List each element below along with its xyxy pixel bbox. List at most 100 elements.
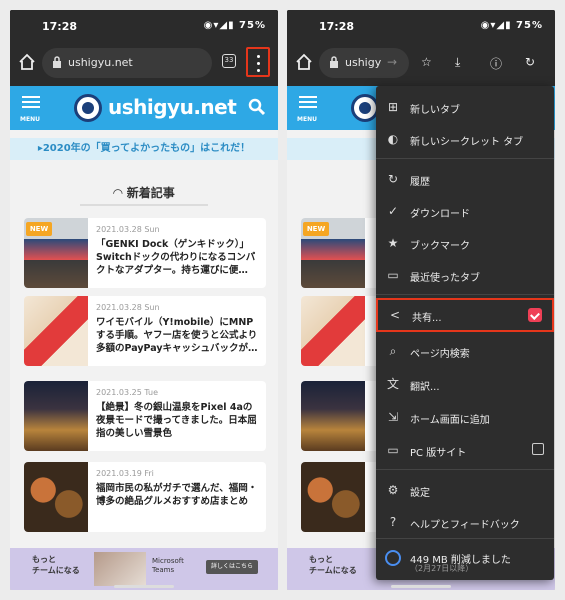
history-icon: ↻ bbox=[387, 172, 399, 186]
hamburger-menu-icon[interactable] bbox=[299, 96, 317, 111]
article-title: 福岡市民の私がガチで選んだ、福岡・博多の絶品グルメおすすめ店まとめ bbox=[96, 483, 258, 507]
right-phone-screen: 17:28 ◉▾◢▮ 75% ushigy → ☆ ⤓ ⓘ ↻ MENU NEW… bbox=[287, 10, 555, 590]
ad-text: もっと チームになる bbox=[32, 555, 80, 575]
menu-item-help-feedback[interactable]: ? ヘルプとフィードバック bbox=[376, 507, 554, 537]
address-bar[interactable]: ushigyu.net bbox=[42, 48, 212, 78]
desktop-site-checkbox[interactable] bbox=[532, 443, 544, 455]
article-date: 2021.03.28 Sun bbox=[96, 225, 160, 234]
site-header: MENU ushigyu.net bbox=[10, 86, 278, 130]
article-date: 2021.03.28 Sun bbox=[96, 303, 160, 312]
menu-item-find-in-page[interactable]: ⌕ ページ内検索 bbox=[376, 336, 554, 366]
url-text: ushigy bbox=[345, 56, 382, 69]
menu-item-new-tab[interactable]: ⊞ 新しいタブ bbox=[376, 92, 554, 122]
menu-item-incognito-tab[interactable]: ◐ 新しいシークレット タブ bbox=[376, 124, 554, 154]
menu-item-add-to-home[interactable]: ⇲ ホーム画面に追加 bbox=[376, 402, 554, 432]
bookmark-star-icon[interactable]: ☆ bbox=[421, 55, 432, 69]
article-thumbnail bbox=[301, 462, 365, 532]
section-divider bbox=[80, 204, 208, 206]
forward-arrow-icon[interactable]: → bbox=[387, 55, 397, 69]
ad-banner[interactable]: もっと チームになる Microsoft Teams 詳しくはこちら bbox=[10, 548, 278, 590]
logo-mark-icon bbox=[74, 94, 102, 122]
menu-item-translate[interactable]: 文翻訳... bbox=[376, 369, 554, 399]
reload-icon[interactable]: ↻ bbox=[525, 55, 535, 69]
status-bar: 17:28 ◉▾◢▮ 75% bbox=[287, 10, 555, 40]
menu-item-settings[interactable]: ⚙ 設定 bbox=[376, 475, 554, 505]
article-card[interactable]: 2021.03.19 Fri 福岡市民の私がガチで選んだ、福岡・博多の絶品グルメ… bbox=[24, 462, 266, 532]
status-time: 17:28 bbox=[319, 20, 355, 33]
ad-brand: Microsoft Teams bbox=[152, 557, 184, 574]
home-icon[interactable] bbox=[18, 53, 36, 71]
menu-item-downloads[interactable]: ✓ ダウンロード bbox=[376, 196, 554, 226]
new-badge: NEW bbox=[26, 222, 52, 236]
incognito-icon: ◐ bbox=[387, 132, 399, 146]
promo-banner[interactable]: ▸2020年の「買ってよかったもの」はこれだ！ bbox=[10, 138, 278, 160]
menu-item-desktop-site[interactable]: ▭ PC 版サイト bbox=[376, 435, 554, 465]
pocket-icon[interactable] bbox=[528, 308, 542, 322]
article-thumbnail bbox=[24, 462, 88, 532]
rss-icon: ◠ bbox=[113, 186, 127, 200]
help-icon: ? bbox=[389, 515, 397, 529]
tab-switcher-button[interactable]: 33 bbox=[222, 54, 236, 68]
menu-label: MENU bbox=[20, 116, 40, 123]
menu-divider bbox=[376, 469, 554, 470]
overflow-menu: ⊞ 新しいタブ ◐ 新しいシークレット タブ ↻ 履歴 ✓ ダウンロード ★ ブックマーク… bbox=[376, 86, 554, 580]
lock-icon bbox=[53, 56, 61, 68]
menu-divider bbox=[376, 294, 554, 295]
menu-divider bbox=[376, 538, 554, 539]
home-icon[interactable] bbox=[295, 53, 313, 71]
left-phone-screen: 17:28 ◉▾◢▮ 75% ushigyu.net 33 MENU ushig… bbox=[10, 10, 278, 590]
menu-item-share[interactable]: < 共有... bbox=[376, 298, 554, 332]
desktop-icon: ▭ bbox=[387, 443, 399, 457]
status-icons: ◉▾◢▮ 75% bbox=[480, 20, 543, 31]
menu-item-history[interactable]: ↻ 履歴 bbox=[376, 164, 554, 194]
article-card[interactable]: NEW 2021.03.28 Sun 「GENKI Dock（ゲンキドック）」S… bbox=[24, 218, 266, 288]
status-bar: 17:28 ◉▾◢▮ 75% bbox=[10, 10, 278, 40]
menu-divider bbox=[376, 158, 554, 159]
gear-icon: ⚙ bbox=[387, 483, 399, 497]
section-title: ◠ 新着記事 bbox=[113, 186, 175, 200]
status-icons: ◉▾◢▮ 75% bbox=[203, 20, 266, 31]
article-title: 【絶景】冬の銀山温泉をPixel 4aの夜景モードで撮ってきました。日本屈指の美… bbox=[96, 402, 257, 439]
plus-square-icon: ⊞ bbox=[387, 100, 399, 114]
logo-mark-icon bbox=[351, 94, 379, 122]
menu-item-bookmarks[interactable]: ★ ブックマーク bbox=[376, 228, 554, 258]
share-icon: < bbox=[389, 308, 401, 322]
article-date: 2021.03.19 Fri bbox=[96, 469, 154, 478]
more-menu-button[interactable] bbox=[246, 47, 270, 77]
menu-item-recent-tabs[interactable]: ▭ 最近使ったタブ bbox=[376, 260, 554, 290]
star-icon: ★ bbox=[387, 236, 399, 250]
data-saver-gauge-icon bbox=[385, 550, 401, 566]
download-icon[interactable]: ⤓ bbox=[455, 55, 460, 70]
download-check-icon: ✓ bbox=[387, 204, 399, 218]
menu-label: MENU bbox=[297, 116, 317, 123]
hamburger-menu-icon[interactable] bbox=[22, 96, 40, 111]
info-icon[interactable]: ⓘ bbox=[490, 55, 502, 72]
ad-text: もっと チームになる bbox=[309, 555, 357, 575]
article-card[interactable]: 2021.03.28 Sun ワイモバイル（Y!mobile）にMNPする手順。… bbox=[24, 296, 266, 366]
recent-tabs-icon: ▭ bbox=[387, 268, 399, 282]
browser-toolbar: ushigy → ☆ ⤓ ⓘ ↻ bbox=[287, 40, 555, 86]
add-to-home-icon: ⇲ bbox=[387, 410, 399, 424]
lock-icon bbox=[330, 56, 338, 68]
status-time: 17:28 bbox=[42, 20, 78, 33]
translate-icon: 文 bbox=[386, 377, 399, 391]
web-page: MENU ushigyu.net ▸2020年の「買ってよかったもの」はこれだ！… bbox=[10, 86, 278, 590]
article-title: ワイモバイル（Y!mobile）にMNPする手順。ヤフー店を使うと公式より多額の… bbox=[96, 317, 258, 354]
search-icon[interactable] bbox=[248, 98, 266, 116]
article-thumbnail bbox=[301, 381, 365, 451]
gesture-bar[interactable] bbox=[391, 585, 451, 588]
article-card[interactable]: 2021.03.25 Tue 【絶景】冬の銀山温泉をPixel 4aの夜景モード… bbox=[24, 381, 266, 451]
new-badge: NEW bbox=[303, 222, 329, 236]
article-thumbnail bbox=[301, 296, 365, 366]
ad-button[interactable]: 詳しくはこちら bbox=[206, 560, 258, 574]
article-title: 「GENKI Dock（ゲンキドック）」Switchドックの代わりになるコンパク… bbox=[96, 239, 256, 276]
site-logo[interactable]: ushigyu.net bbox=[108, 95, 237, 119]
find-in-page-icon: ⌕ bbox=[389, 344, 397, 358]
menu-item-data-savings[interactable]: 449 MB 削減しました （2月27日以降） bbox=[376, 542, 554, 578]
article-thumbnail bbox=[24, 381, 88, 451]
ad-image bbox=[94, 552, 146, 586]
url-text: ushigyu.net bbox=[68, 56, 133, 69]
article-date: 2021.03.25 Tue bbox=[96, 388, 159, 397]
gesture-bar[interactable] bbox=[114, 585, 174, 588]
article-thumbnail bbox=[24, 296, 88, 366]
